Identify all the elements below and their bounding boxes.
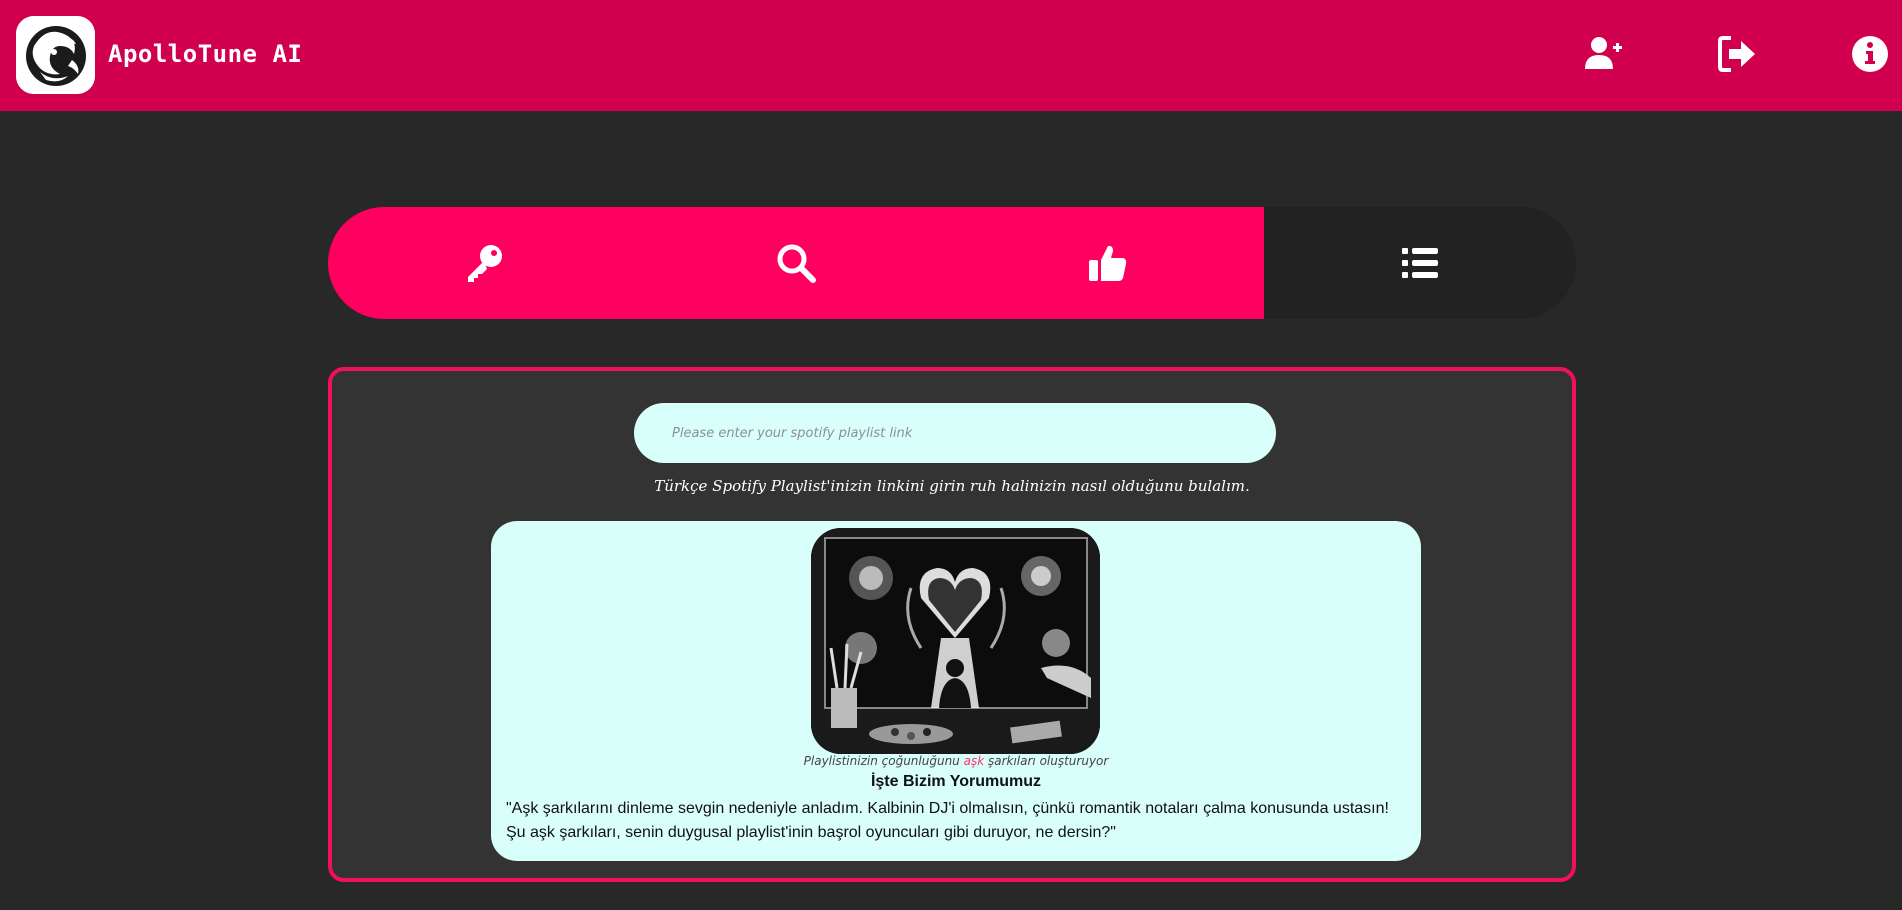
analysis-panel: Türkçe Spotify Playlist'inizin linkini g… <box>328 367 1576 882</box>
tab-bar <box>328 207 1576 319</box>
sign-out-icon[interactable] <box>1717 33 1759 75</box>
result-card: Playlistinizin çoğunluğunu aşk şarkıları… <box>491 521 1421 861</box>
app-logo[interactable] <box>16 16 95 94</box>
thumbs-up-icon <box>1089 245 1127 281</box>
caption-suffix: şarkıları oluşturuyor <box>984 754 1109 768</box>
add-user-icon[interactable] <box>1582 33 1624 75</box>
result-comment: "Aşk şarkılarını dinleme sevgin nedeniyl… <box>506 800 1389 841</box>
mood-keyword: aşk <box>963 754 985 768</box>
tab-list[interactable] <box>1264 207 1576 319</box>
caption-prefix: Playlistinizin çoğunluğunu <box>803 754 964 768</box>
info-icon[interactable] <box>1849 33 1891 75</box>
result-title: İşte Bizim Yorumumuz <box>870 773 1042 790</box>
tab-key[interactable] <box>328 207 640 319</box>
tab-recommendations[interactable] <box>952 207 1264 319</box>
search-icon <box>777 244 816 283</box>
tab-search[interactable] <box>640 207 952 319</box>
hint-text: Türkçe Spotify Playlist'inizin linkini g… <box>654 477 1250 495</box>
list-icon <box>1402 248 1438 278</box>
playlist-link-input[interactable] <box>634 403 1276 463</box>
mood-illustration <box>811 528 1100 754</box>
app-title: ApolloTune AI <box>108 40 303 68</box>
app-header: ApolloTune AI <box>0 0 1902 111</box>
key-icon <box>468 245 502 282</box>
result-caption: Playlistinizin çoğunluğunu aşk şarkıları… <box>491 754 1421 768</box>
